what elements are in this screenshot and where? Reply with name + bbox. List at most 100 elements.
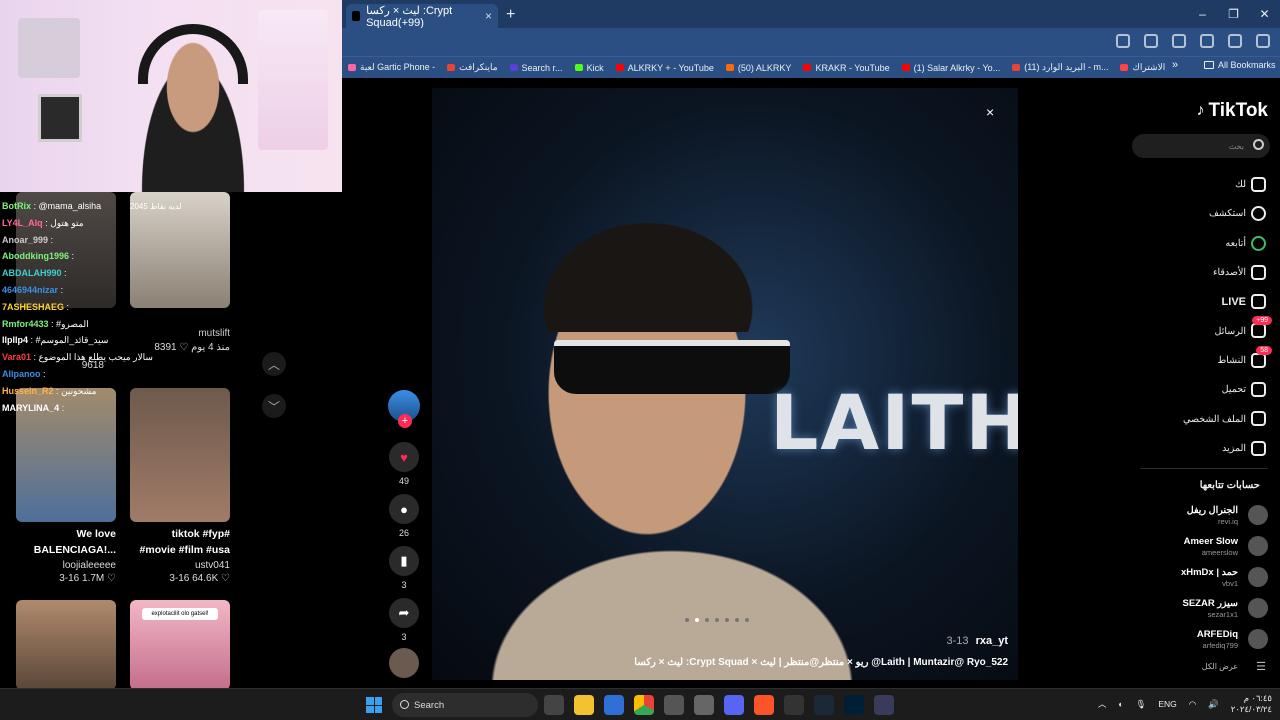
sidebar-item-more[interactable]: المزيد xyxy=(1100,434,1280,463)
obs-icon[interactable] xyxy=(664,695,684,715)
share-icon[interactable]: ➦ xyxy=(389,598,419,628)
menu-icon[interactable] xyxy=(1256,34,1270,48)
share-action[interactable]: ➦ 3 xyxy=(388,598,420,642)
sidebar-item-live[interactable]: LIVE xyxy=(1100,287,1280,316)
save-action[interactable]: ▮ 3 xyxy=(388,546,420,590)
video-thumbnail[interactable] xyxy=(16,600,116,690)
previous-video-button[interactable]: ︿ xyxy=(262,352,286,376)
bookmark-item[interactable]: الاشتراك xyxy=(1114,62,1171,73)
video-author[interactable]: loojialeeeee xyxy=(16,560,116,571)
start-button[interactable] xyxy=(366,697,382,713)
close-window-button[interactable]: ✕ xyxy=(1249,0,1280,28)
sidebar-item-friends[interactable]: الأصدقاء xyxy=(1100,258,1280,287)
bookmarks-overflow-button[interactable]: » xyxy=(1172,59,1182,71)
post-username[interactable]: rxa_yt xyxy=(976,635,1008,647)
follow-plus-icon[interactable]: + xyxy=(398,414,412,428)
video-caption[interactable]: We love xyxy=(16,528,117,540)
steam-icon[interactable] xyxy=(814,695,834,715)
media-icon[interactable] xyxy=(1200,34,1214,48)
file-explorer-icon[interactable] xyxy=(574,695,594,715)
music-disc[interactable] xyxy=(388,648,420,678)
video-author[interactable]: ustv041 xyxy=(130,560,230,571)
bookmark-item[interactable]: (1) Salar Alkrky - Yo... xyxy=(896,63,1007,73)
store-icon[interactable] xyxy=(604,695,624,715)
see-all-link[interactable]: عرض الكل xyxy=(1202,662,1238,671)
search-input[interactable]: بحث xyxy=(1132,134,1270,158)
video-thumbnail[interactable]: explotacilit olo gatsel! xyxy=(130,600,230,690)
steam-alt-icon[interactable] xyxy=(694,695,714,715)
chrome-icon[interactable] xyxy=(634,695,654,715)
sidebar-item-activity[interactable]: النشاط 58 xyxy=(1100,345,1280,375)
close-player-icon[interactable]: × xyxy=(986,104,994,120)
bookmark-item[interactable]: ALKRKY + - YouTube xyxy=(610,63,720,73)
bookmark-item[interactable]: البريد الوارد (11) - m... xyxy=(1006,62,1114,73)
wifi-icon[interactable]: ◠ xyxy=(1189,699,1196,710)
volume-icon[interactable]: 🔊 xyxy=(1208,699,1219,710)
carousel-dot[interactable] xyxy=(725,617,730,622)
carousel-dot[interactable] xyxy=(735,617,740,622)
sidebar-item-compass[interactable]: استكشف xyxy=(1100,199,1280,228)
carousel-dot[interactable] xyxy=(715,617,720,622)
profile-avatar-icon[interactable] xyxy=(1228,34,1242,48)
bookmark-icon[interactable]: ▮ xyxy=(389,546,419,576)
post-author[interactable]: 3-13 rxa_yt xyxy=(946,635,1008,647)
bookmark-item[interactable]: Search r... xyxy=(504,63,569,73)
sidebar-item-home[interactable]: لك xyxy=(1100,170,1280,199)
task-view-icon[interactable] xyxy=(544,695,564,715)
bookmark-item[interactable]: (50) ALKRKY xyxy=(720,63,798,73)
all-bookmarks-button[interactable]: All Bookmarks xyxy=(1204,60,1276,70)
video-player[interactable]: LAITH xyxy=(432,88,1018,680)
tiktok-logo[interactable]: ♪ TikTok xyxy=(1197,100,1268,122)
taskbar-search[interactable]: Search xyxy=(392,693,538,717)
following-account[interactable]: xHmDx | حمد vbv1 xyxy=(1100,564,1280,594)
carousel-dot[interactable] xyxy=(745,617,750,622)
photoshop-icon[interactable] xyxy=(844,695,864,715)
sidebar-item-profile[interactable]: الملف الشخصي xyxy=(1100,404,1280,433)
carousel-next-icon[interactable]: › xyxy=(765,614,768,625)
carousel-dot[interactable] xyxy=(685,617,690,622)
brave-icon[interactable] xyxy=(754,695,774,715)
bookmark-item[interactable]: ماينكرافت xyxy=(441,62,503,73)
discord-icon[interactable] xyxy=(724,695,744,715)
star-icon[interactable] xyxy=(1144,34,1158,48)
microphone-icon[interactable]: 🎙 xyxy=(1136,699,1147,710)
capcut-icon[interactable] xyxy=(784,695,804,715)
carousel-prev-icon[interactable]: ‹ xyxy=(676,614,679,625)
video-caption[interactable]: tiktok #fyp# xyxy=(130,528,230,540)
sidebar-item-upload[interactable]: تحميل xyxy=(1100,375,1280,404)
following-account[interactable]: Ameer Slow ameerslow xyxy=(1100,533,1280,563)
sidebar-item-messages[interactable]: الرسائل +99 xyxy=(1100,316,1280,345)
search-icon[interactable] xyxy=(1253,139,1264,150)
cast-icon[interactable] xyxy=(1116,34,1130,48)
comment-action[interactable]: ● 26 xyxy=(388,494,420,538)
app-icon[interactable] xyxy=(874,695,894,715)
sidebar-item-following[interactable]: أتابعه xyxy=(1100,229,1280,258)
extensions-icon[interactable] xyxy=(1172,34,1186,48)
comment-icon[interactable]: ● xyxy=(389,494,419,524)
clock[interactable]: ٠٦:٤٥ م ٢٠٢٤/٠٣/٢٤ xyxy=(1231,693,1272,715)
tab-close-icon[interactable]: × xyxy=(485,9,492,23)
video-caption[interactable]: BALENCIAGA!... xyxy=(16,544,116,556)
creator-avatar-button[interactable]: + xyxy=(388,390,420,428)
carousel-dot[interactable] xyxy=(705,617,710,622)
tray-overflow-icon[interactable]: ︿ xyxy=(1098,698,1107,710)
new-tab-button[interactable]: + xyxy=(506,6,515,24)
browser-tab[interactable]: ليث × ركسا :Crypt Squad(+99) × xyxy=(346,4,498,29)
minimize-button[interactable]: – xyxy=(1187,0,1218,28)
video-caption[interactable]: #movie #film #usa xyxy=(130,544,230,556)
next-video-button[interactable]: ﹀ xyxy=(262,394,286,418)
heart-icon[interactable]: ♥ xyxy=(389,442,419,472)
like-action[interactable]: ♥ 49 xyxy=(388,442,420,486)
avatar[interactable]: + xyxy=(388,390,420,428)
bookmark-item[interactable]: لعبة Gartic Phone - xyxy=(342,62,441,73)
music-disc-icon[interactable] xyxy=(389,648,419,678)
bookmark-item[interactable]: Kick xyxy=(569,63,610,73)
keyboard-language[interactable]: ENG xyxy=(1158,699,1176,709)
following-account[interactable]: SEZAR سيزر sezar1x1 xyxy=(1100,595,1280,625)
following-account[interactable]: الجنرال ريفل revi.iq xyxy=(1100,502,1280,532)
following-account[interactable]: ARFEDiq arfediq799 xyxy=(1100,626,1280,656)
network-icon[interactable]: ◐ xyxy=(1118,699,1123,709)
bookmark-item[interactable]: KRAKR - YouTube xyxy=(797,63,895,73)
carousel-dot[interactable] xyxy=(695,617,700,622)
restore-button[interactable]: ❐ xyxy=(1218,0,1249,28)
